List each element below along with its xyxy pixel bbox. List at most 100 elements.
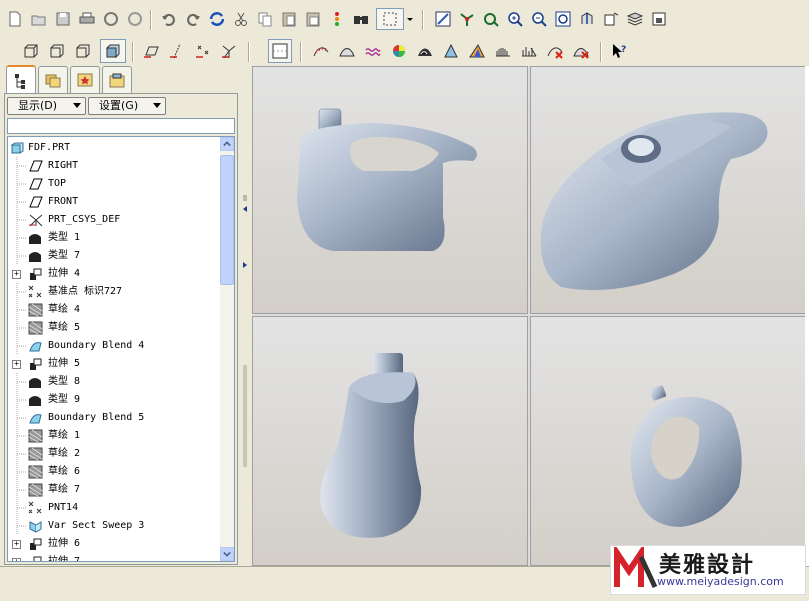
shading-icon[interactable]	[100, 39, 126, 63]
expand-icon[interactable]: +	[12, 540, 21, 549]
selection-dropdown-icon[interactable]	[404, 8, 416, 30]
curvature-analysis-icon[interactable]	[310, 40, 332, 62]
tree-item-label: 类型 1	[48, 232, 81, 243]
send-link-icon[interactable]	[124, 8, 146, 30]
favorites-tab[interactable]	[70, 66, 100, 93]
delete-analysis-icon[interactable]	[544, 40, 566, 62]
orient-mode-icon[interactable]	[480, 8, 502, 30]
view-front[interactable]	[252, 66, 528, 314]
tree-item[interactable]: 基准点 标识727	[8, 283, 220, 301]
tree-connector-icon	[16, 517, 27, 535]
hidden-line-icon[interactable]	[46, 40, 68, 62]
reorient-icon[interactable]	[576, 8, 598, 30]
tree-item[interactable]: 草绘 5	[8, 319, 220, 337]
new-file-icon[interactable]	[4, 8, 26, 30]
scroll-up-button[interactable]	[220, 137, 234, 151]
print-icon[interactable]	[76, 8, 98, 30]
view-isometric-top[interactable]	[530, 66, 806, 314]
refit-icon[interactable]	[552, 8, 574, 30]
boundary-blend-icon	[29, 342, 42, 352]
datum-points-icon[interactable]	[192, 40, 214, 62]
tree-filter-bar[interactable]	[7, 118, 235, 134]
tree-item[interactable]: TOP	[8, 175, 220, 193]
model-player-icon[interactable]	[326, 8, 348, 30]
no-hidden-icon[interactable]	[72, 40, 94, 62]
paste-special-icon[interactable]	[302, 8, 324, 30]
tree-item[interactable]: + 拉伸 5	[8, 355, 220, 373]
saved-views-icon[interactable]	[600, 8, 622, 30]
undo-icon[interactable]	[158, 8, 180, 30]
find-icon[interactable]	[350, 8, 372, 30]
tools-tab[interactable]	[102, 66, 132, 93]
tree-item[interactable]: 类型 9	[8, 391, 220, 409]
zoom-in-icon[interactable]	[504, 8, 526, 30]
tree-item[interactable]: 草绘 2	[8, 445, 220, 463]
expand-icon[interactable]: +	[12, 558, 21, 561]
tree-item[interactable]: + 拉伸 7	[8, 553, 220, 561]
send-mail-icon[interactable]	[100, 8, 122, 30]
tree-item[interactable]: RIGHT	[8, 157, 220, 175]
panel-splitter[interactable]	[240, 66, 250, 566]
slope-analysis-icon[interactable]	[466, 40, 488, 62]
expand-icon[interactable]: +	[12, 270, 21, 279]
dihedral-analysis-icon[interactable]	[518, 40, 540, 62]
expand-icon[interactable]: +	[12, 360, 21, 369]
view-manager-icon[interactable]	[648, 8, 670, 30]
redo-icon[interactable]	[182, 8, 204, 30]
tree-item[interactable]: Boundary Blend 4	[8, 337, 220, 355]
tree-item[interactable]: PNT14	[8, 499, 220, 517]
cut-icon[interactable]	[230, 8, 252, 30]
wireframe-icon[interactable]	[20, 40, 42, 62]
surface-type-icon	[29, 396, 41, 406]
settings-menu-button[interactable]: 设置(G)	[88, 97, 166, 115]
graphics-window[interactable]	[252, 66, 809, 566]
layers-icon[interactable]	[624, 8, 646, 30]
tree-item[interactable]: + 拉伸 6	[8, 535, 220, 553]
tree-item[interactable]: Var Sect Sweep 3	[8, 517, 220, 535]
copy-icon[interactable]	[254, 8, 276, 30]
tree-root-item[interactable]: FDF.PRT	[8, 139, 220, 157]
view-isometric-small[interactable]	[530, 316, 806, 566]
reflection-analysis-icon[interactable]	[414, 40, 436, 62]
save-icon[interactable]	[52, 8, 74, 30]
context-help-icon[interactable]: ?	[608, 40, 630, 62]
layer-tree-tab[interactable]	[38, 66, 68, 93]
paste-icon[interactable]	[278, 8, 300, 30]
tree-item[interactable]: 类型 7	[8, 247, 220, 265]
tree-item[interactable]: 草绘 6	[8, 463, 220, 481]
scroll-down-button[interactable]	[220, 547, 234, 561]
offset-analysis-icon[interactable]	[362, 40, 384, 62]
datum-axes-icon[interactable]	[166, 40, 188, 62]
scroll-thumb[interactable]	[220, 155, 234, 285]
tree-scrollbar[interactable]	[220, 137, 234, 561]
hide-analysis-icon[interactable]	[570, 40, 592, 62]
curve-analysis-icon[interactable]	[492, 40, 514, 62]
selection-box-icon[interactable]	[376, 8, 404, 30]
tree-item-label: 草绘 5	[48, 322, 81, 333]
shaded-curvature-icon[interactable]	[388, 40, 410, 62]
section-analysis-icon[interactable]	[336, 40, 358, 62]
view-top[interactable]	[252, 316, 528, 566]
draft-analysis-icon[interactable]	[440, 40, 462, 62]
coordinate-systems-icon[interactable]	[218, 40, 240, 62]
annotation-display-icon[interactable]	[268, 39, 292, 63]
tree-item-label: 类型 8	[48, 376, 81, 387]
tree-item[interactable]: PRT_CSYS_DEF	[8, 211, 220, 229]
tree-item[interactable]: + 拉伸 4	[8, 265, 220, 283]
tree-item[interactable]: Boundary Blend 5	[8, 409, 220, 427]
model-tree-tab[interactable]	[6, 65, 36, 94]
zoom-out-icon[interactable]	[528, 8, 550, 30]
regenerate-icon[interactable]	[206, 8, 228, 30]
tree-item[interactable]: 类型 1	[8, 229, 220, 247]
tree-item[interactable]: 类型 8	[8, 373, 220, 391]
spin-center-icon[interactable]	[456, 8, 478, 30]
tree-item[interactable]: FRONT	[8, 193, 220, 211]
repaint-icon[interactable]	[432, 8, 454, 30]
datum-point-icon	[28, 285, 42, 298]
show-menu-button[interactable]: 显示(D)	[7, 97, 86, 115]
tree-item[interactable]: 草绘 1	[8, 427, 220, 445]
open-file-icon[interactable]	[28, 8, 50, 30]
datum-planes-icon[interactable]	[140, 40, 162, 62]
tree-item[interactable]: 草绘 4	[8, 301, 220, 319]
tree-item[interactable]: 草绘 7	[8, 481, 220, 499]
